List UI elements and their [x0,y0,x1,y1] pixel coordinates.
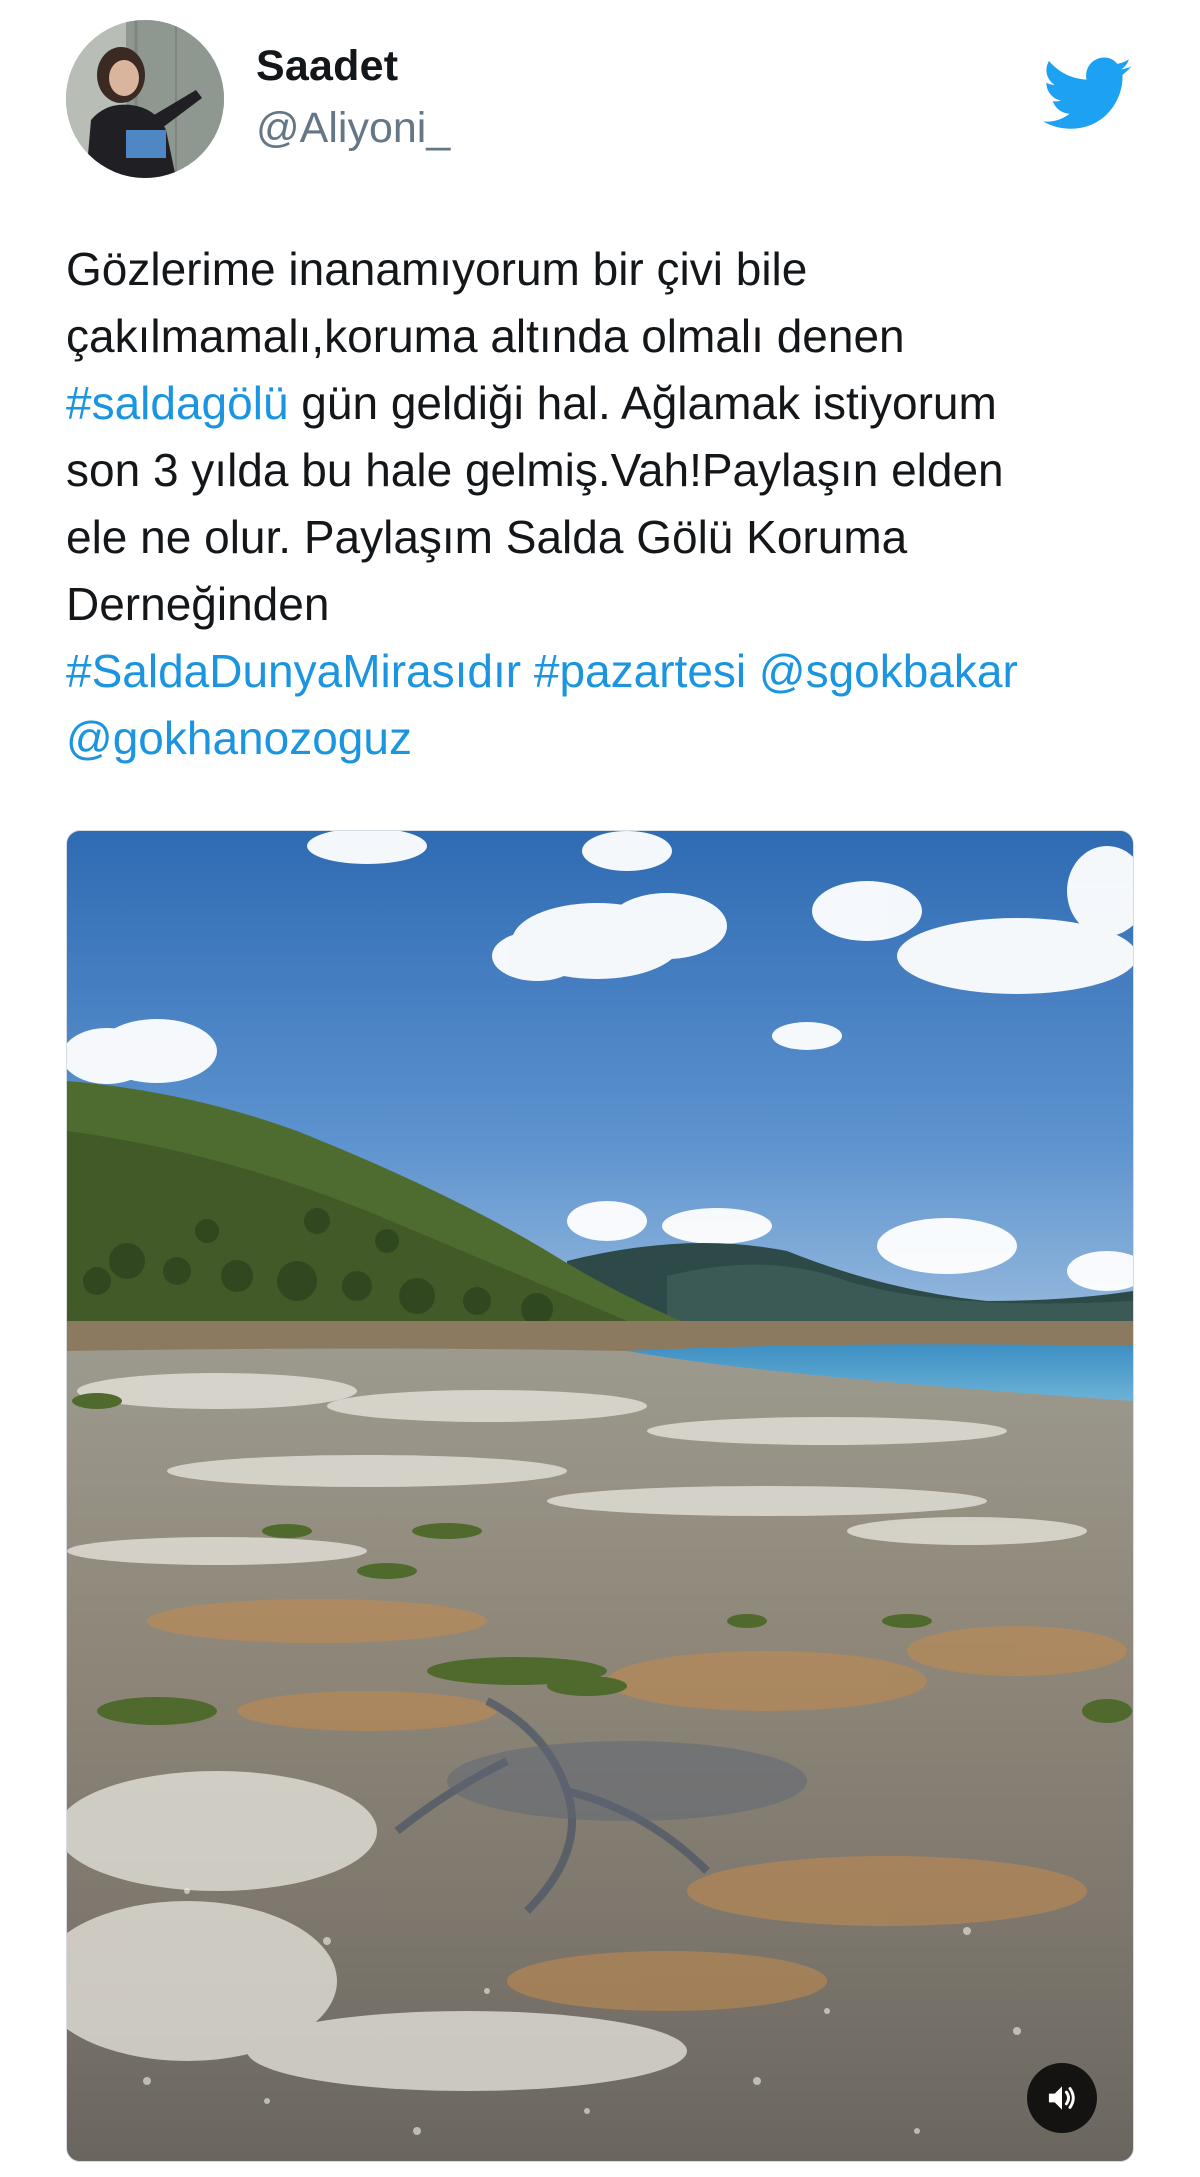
tweet-text-segment [521,645,534,697]
author-display-name[interactable]: Saadet [256,40,398,92]
tweet-text-segment: çakılmamalı,koruma altında olmalı denen [66,310,905,362]
speaker-icon [1048,2086,1075,2110]
tweet-line: Derneğinden [66,571,1146,638]
lake-landscape-image [67,831,1133,2161]
tweet-text-segment: Gözlerime inanamıyorum bir çivi bile [66,243,808,295]
tweet-line: Gözlerime inanamıyorum bir çivi bile [66,236,1146,303]
tweet-text: Gözlerime inanamıyorum bir çivi bile çakı… [66,236,1146,772]
avatar[interactable] [66,20,224,178]
tweet-line: ele ne olur. Paylaşım Salda Gölü Koruma [66,504,1146,571]
tweet-text-segment: son 3 yılda bu hale gelmiş.Vah!Paylaşın … [66,444,1004,496]
tweet-text-segment: gün geldiği hal. Ağlamak istiyorum [288,377,997,429]
tweet-line: çakılmamalı,koruma altında olmalı denen [66,303,1146,370]
hashtag-link[interactable]: #saldagölü [66,377,289,429]
tweet-text-segment [746,645,759,697]
tweet-video[interactable] [66,830,1134,2162]
hashtag-link[interactable]: #SaldaDunyaMirasıdır [66,645,521,697]
tweet-line: #saldagölü gün geldiği hal. Ağlamak isti… [66,370,1146,437]
sound-toggle-button[interactable] [1027,2063,1097,2133]
mention-link[interactable]: @gokhanozoguz [66,712,412,764]
tweet-text-segment: Derneğinden [66,578,330,630]
tweet-line: #SaldaDunyaMirasıdır #pazartesi @sgokbak… [66,638,1146,705]
tweet-text-segment: ele ne olur. Paylaşım Salda Gölü Koruma [66,511,908,563]
author-handle[interactable]: @Aliyoni_ [256,102,450,154]
tweet-line: son 3 yılda bu hale gelmiş.Vah!Paylaşın … [66,437,1146,504]
twitter-bird-icon[interactable] [1043,55,1133,135]
tweet-line: @gokhanozoguz [66,705,1146,772]
avatar-image [66,20,224,178]
mention-link[interactable]: @sgokbakar [759,645,1018,697]
hashtag-link[interactable]: #pazartesi [534,645,746,697]
